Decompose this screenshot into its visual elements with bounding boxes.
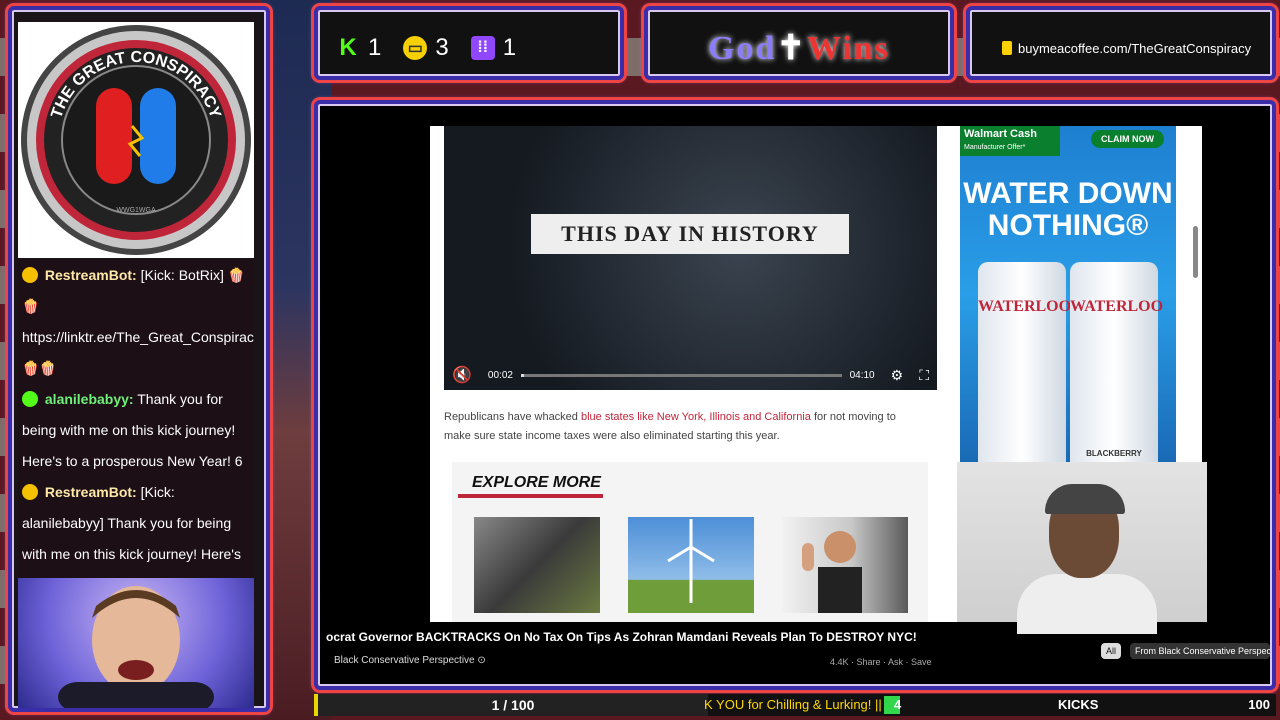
kicks-current: 4 (894, 697, 902, 712)
youtube-channel-name[interactable]: Black Conservative Perspective ⊙ (334, 655, 486, 666)
kicks-label: KICKS (1058, 697, 1099, 712)
article-text: Republicans have whacked blue states lik… (444, 408, 924, 446)
kicks-goal-bar: 4 KICKS 100 (884, 694, 1276, 716)
youtube-video-title[interactable]: ocrat Governor BACKTRACKS On No Tax On T… (326, 630, 966, 644)
video-overlay-title: THIS DAY IN HISTORY (531, 214, 849, 254)
explore-thumbnail[interactable] (474, 517, 600, 613)
twitch-count: 1 (502, 34, 517, 61)
conspiracy-logo-icon: THE GREAT CONSPIRACY WWG1WGA (21, 25, 251, 255)
chat-message: RestreamBot: [Kick: BotRix] 🍿🍿 https://l… (18, 260, 254, 384)
walmart-ad[interactable]: Walmart Cash Manufacturer Offer* CLAIM NO… (960, 126, 1176, 462)
banner-frame: God✝Wins (644, 6, 954, 80)
rumble-stat: ▭ 3 (403, 34, 449, 62)
rumble-icon: ▭ (403, 36, 428, 60)
fullscreen-icon[interactable]: ⛶ (919, 367, 929, 384)
page-scrollbar[interactable] (1193, 226, 1198, 278)
walmart-cash-label: Walmart Cash Manufacturer Offer* (960, 126, 1060, 156)
chat-username: alanilebabyy: (44, 391, 134, 407)
video-controls: 🔇 00:02 04:10 ⚙ ⛶ (444, 360, 937, 390)
chat-message: RestreamBot: [Kick: alanilebabyy] Thank … (18, 477, 254, 578)
kick-icon: K (339, 34, 357, 61)
water-can: WATERLOO BLACKBERRY (1070, 262, 1163, 462)
chat-username: RestreamBot: (44, 267, 137, 283)
scrolling-ticker: K YOU for Chilling & Lurking! || Ma (704, 697, 894, 712)
kick-badge-icon (22, 391, 38, 407)
host-webcam (957, 462, 1207, 634)
stats-frame: K 1 ▭ 3 ⁞⁞ 1 (314, 6, 624, 80)
claim-now-button[interactable]: CLAIM NOW (1091, 130, 1164, 148)
mute-icon[interactable]: 🔇 (452, 365, 472, 385)
guest-camera (18, 578, 254, 712)
article-link[interactable]: blue states like New York, Illinois and … (581, 411, 811, 423)
rumble-count: 3 (435, 34, 449, 61)
footer-bar: 1 / 100 K YOU for Chilling & Lurking! ||… (314, 694, 1276, 716)
coffee-banner: buymeacoffee.com/TheGreatConspiracy (988, 28, 1254, 68)
ad-headline: WATER DOWN NOTHING® (963, 177, 1173, 242)
logo-subtext: WWG1WGA (116, 207, 156, 214)
chip-all[interactable]: All (1101, 643, 1122, 659)
kick-stat: K 1 (336, 34, 381, 62)
settings-gear-icon[interactable]: ⚙ (891, 367, 904, 384)
person-avatar-icon (58, 586, 214, 712)
coffee-frame: buymeacoffee.com/TheGreatConspiracy (966, 6, 1276, 80)
host-shirt (1017, 574, 1157, 634)
god-wins-banner: God✝Wins (666, 28, 932, 68)
twitch-icon: ⁞⁞ (470, 36, 495, 60)
bot-badge-icon (22, 267, 38, 283)
video-progress-fill (520, 373, 525, 377)
host-cap (1045, 484, 1125, 514)
kicks-max: 100 (1248, 697, 1270, 712)
kick-count: 1 (368, 34, 382, 61)
video-duration: 04:10 (849, 369, 875, 381)
chat-username: RestreamBot: (44, 484, 137, 500)
person-waving-icon (802, 531, 862, 613)
coffee-link: buymeacoffee.com/TheGreatConspiracy (988, 40, 1251, 56)
channel-logo: THE GREAT CONSPIRACY WWG1WGA (18, 22, 254, 258)
video-progress-bar[interactable] (520, 373, 842, 377)
follower-goal: 1 / 100 (314, 694, 708, 716)
water-can: WATERLOO (978, 262, 1071, 462)
explore-thumbnail[interactable] (628, 517, 754, 613)
youtube-actions[interactable]: 4.4K · Share · Ask · Save (830, 657, 932, 667)
twitch-stat: ⁞⁞ 1 (470, 34, 517, 62)
coffee-cup-icon (1002, 40, 1012, 55)
god-wins-logo: God✝Wins (708, 30, 890, 67)
chat-panel: RestreamBot: [Kick: BotRix] 🍿🍿 https://l… (18, 260, 254, 578)
video-player[interactable]: THIS DAY IN HISTORY 🔇 00:02 04:10 ⚙ ⛶ (444, 126, 937, 390)
chat-message: alanilebabyy: Thank you for being with m… (18, 384, 254, 477)
explore-more-heading: EXPLORE MORE (458, 474, 603, 498)
chat-text: [Kick: BotRix] 🍿🍿 https://linktr.ee/The_… (22, 267, 254, 376)
chip-from-channel[interactable]: From Black Conservative Perspective (1130, 643, 1270, 659)
wind-turbine-icon (667, 519, 715, 603)
article-text-start: Republicans have whacked (444, 411, 581, 423)
video-current-time: 00:02 (487, 369, 513, 381)
viewer-stats: K 1 ▭ 3 ⁞⁞ 1 (336, 28, 602, 68)
bot-badge-icon (22, 484, 38, 500)
explore-thumbnail[interactable] (782, 517, 908, 613)
explore-more-section: EXPLORE MORE (452, 462, 928, 622)
